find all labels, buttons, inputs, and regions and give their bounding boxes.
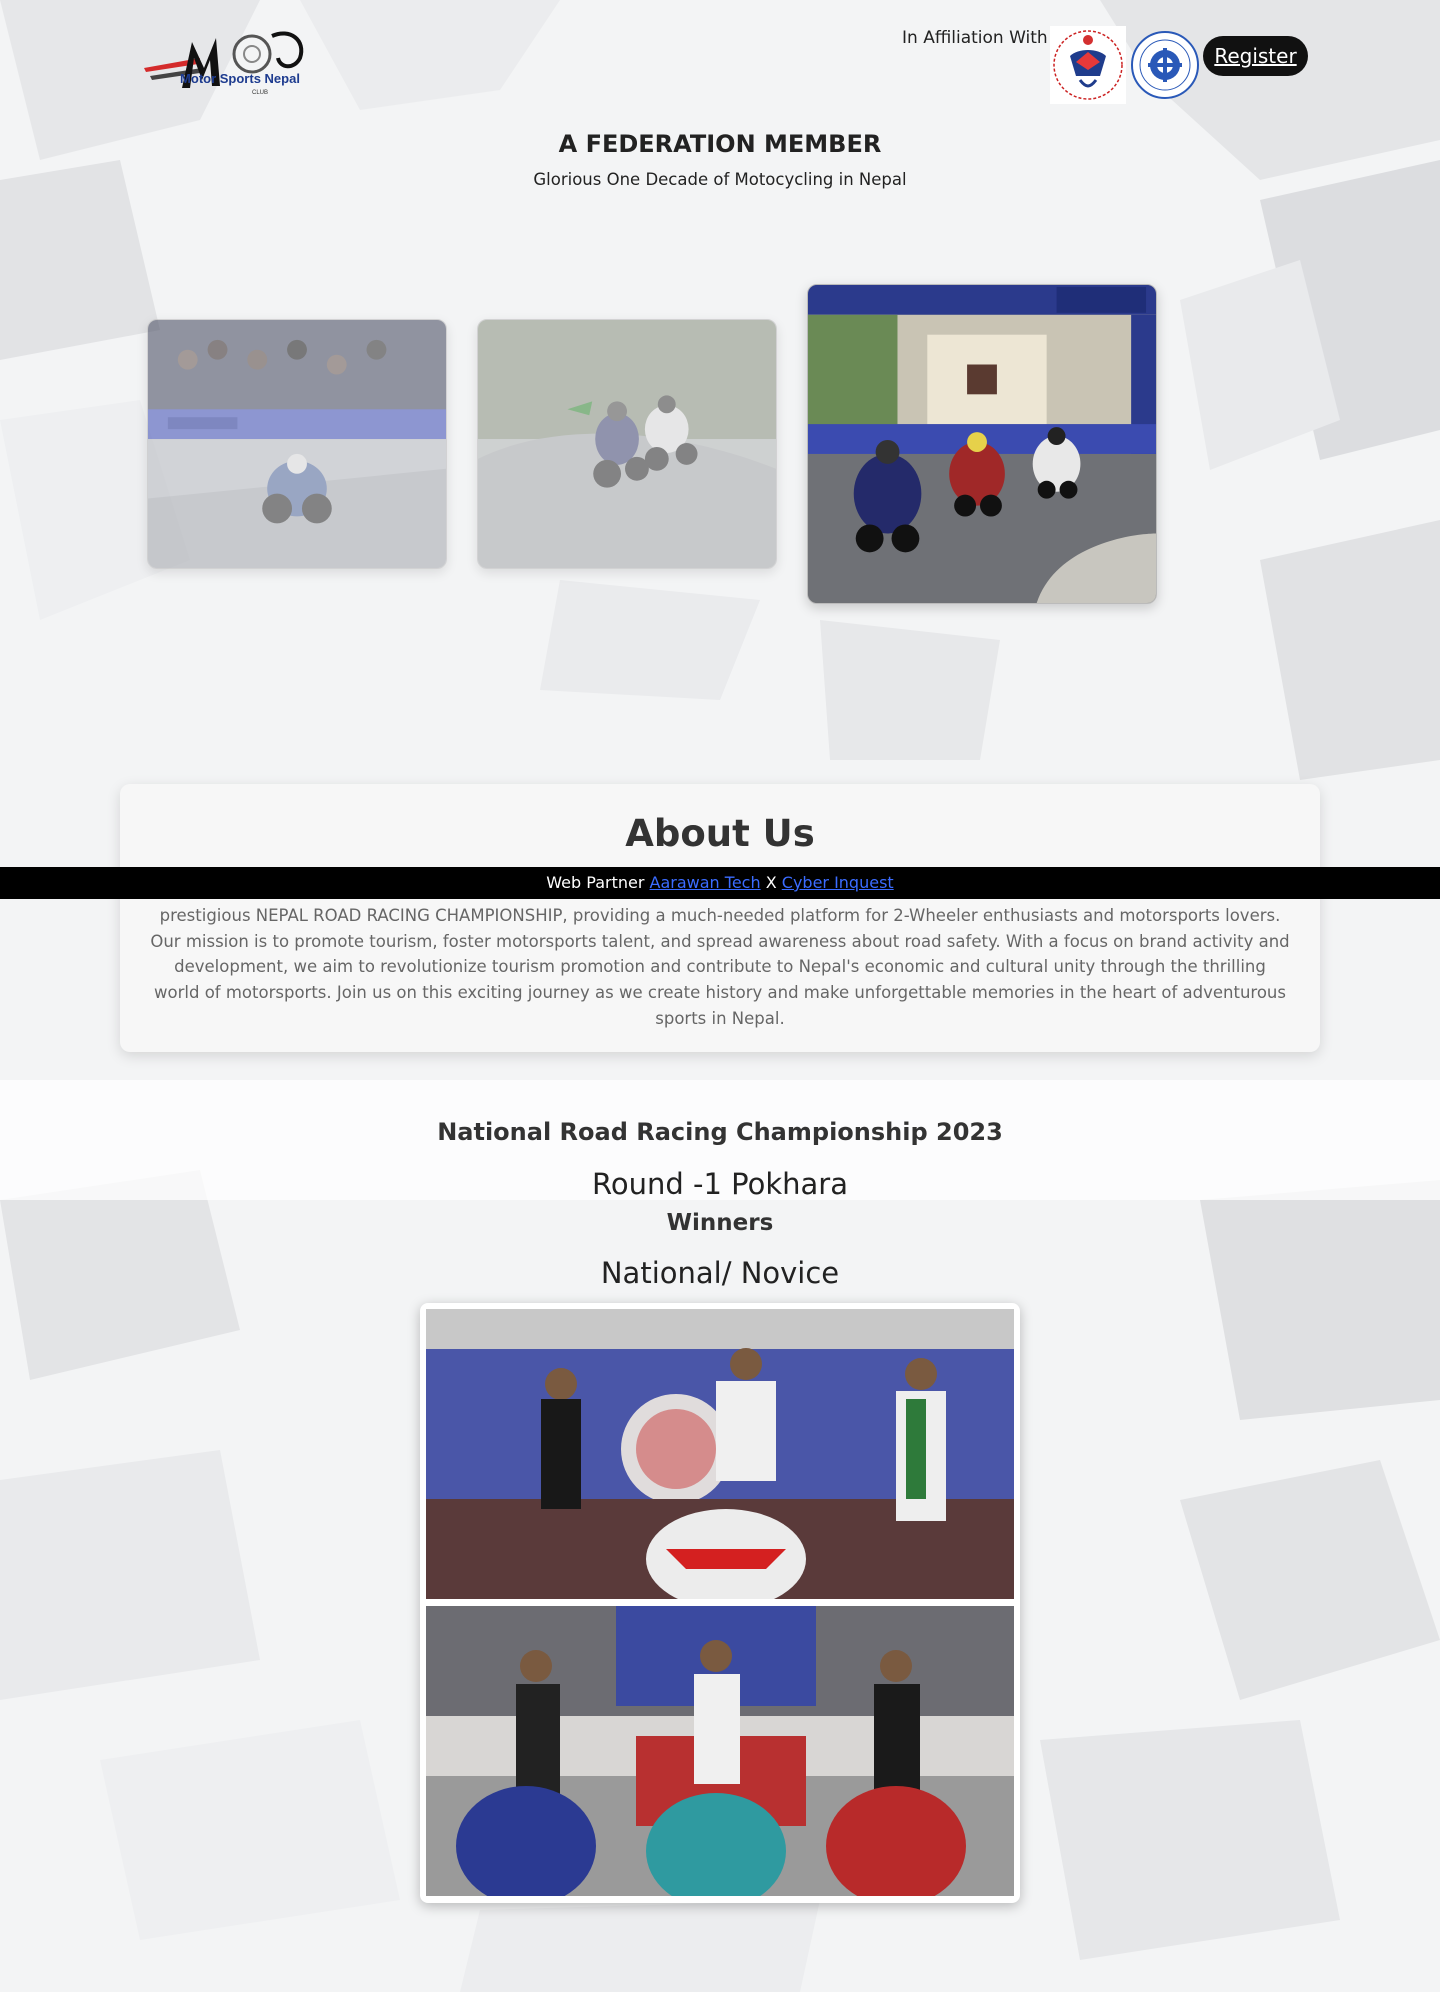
federation-title: A FEDERATION MEMBER bbox=[558, 130, 882, 158]
web-partner-label: Web Partner bbox=[546, 873, 645, 892]
logo-text: Motor Sports Nepal bbox=[180, 71, 300, 86]
sports-council-logo bbox=[1050, 26, 1126, 104]
register-button[interactable]: Register bbox=[1203, 36, 1308, 76]
cyber-inquest-link[interactable]: Cyber Inquest bbox=[782, 873, 894, 892]
partner-separator: X bbox=[765, 873, 777, 892]
round-label: Round -1 Pokhara bbox=[592, 1167, 848, 1201]
winners-label: Winners bbox=[666, 1210, 774, 1236]
winners-photo-2 bbox=[426, 1606, 1014, 1896]
affiliation-label: In Affiliation With bbox=[902, 28, 1048, 48]
carousel-image-3-active[interactable] bbox=[807, 284, 1157, 604]
about-text: prestigious NEPAL ROAD RACING CHAMPIONSH… bbox=[150, 906, 1290, 1028]
carousel-image-1[interactable] bbox=[147, 319, 447, 569]
championship-title: National Road Racing Championship 2023 bbox=[437, 1118, 1003, 1146]
automobile-association-logo bbox=[1130, 30, 1200, 100]
logo-subtext: CLUB bbox=[252, 90, 268, 96]
web-partner-bar: Web Partner Aarawan Tech X Cyber Inquest bbox=[0, 867, 1440, 899]
club-logo[interactable]: Motor Sports Nepal CLUB bbox=[140, 28, 312, 104]
category-label: National/ Novice bbox=[600, 1256, 840, 1290]
federation-subtitle: Glorious One Decade of Motocycling in Ne… bbox=[533, 170, 907, 189]
winners-photo-1 bbox=[426, 1309, 1014, 1599]
carousel-image-2[interactable] bbox=[477, 319, 777, 569]
aarawan-tech-link[interactable]: Aarawan Tech bbox=[650, 873, 761, 892]
about-title: About Us bbox=[625, 812, 815, 855]
